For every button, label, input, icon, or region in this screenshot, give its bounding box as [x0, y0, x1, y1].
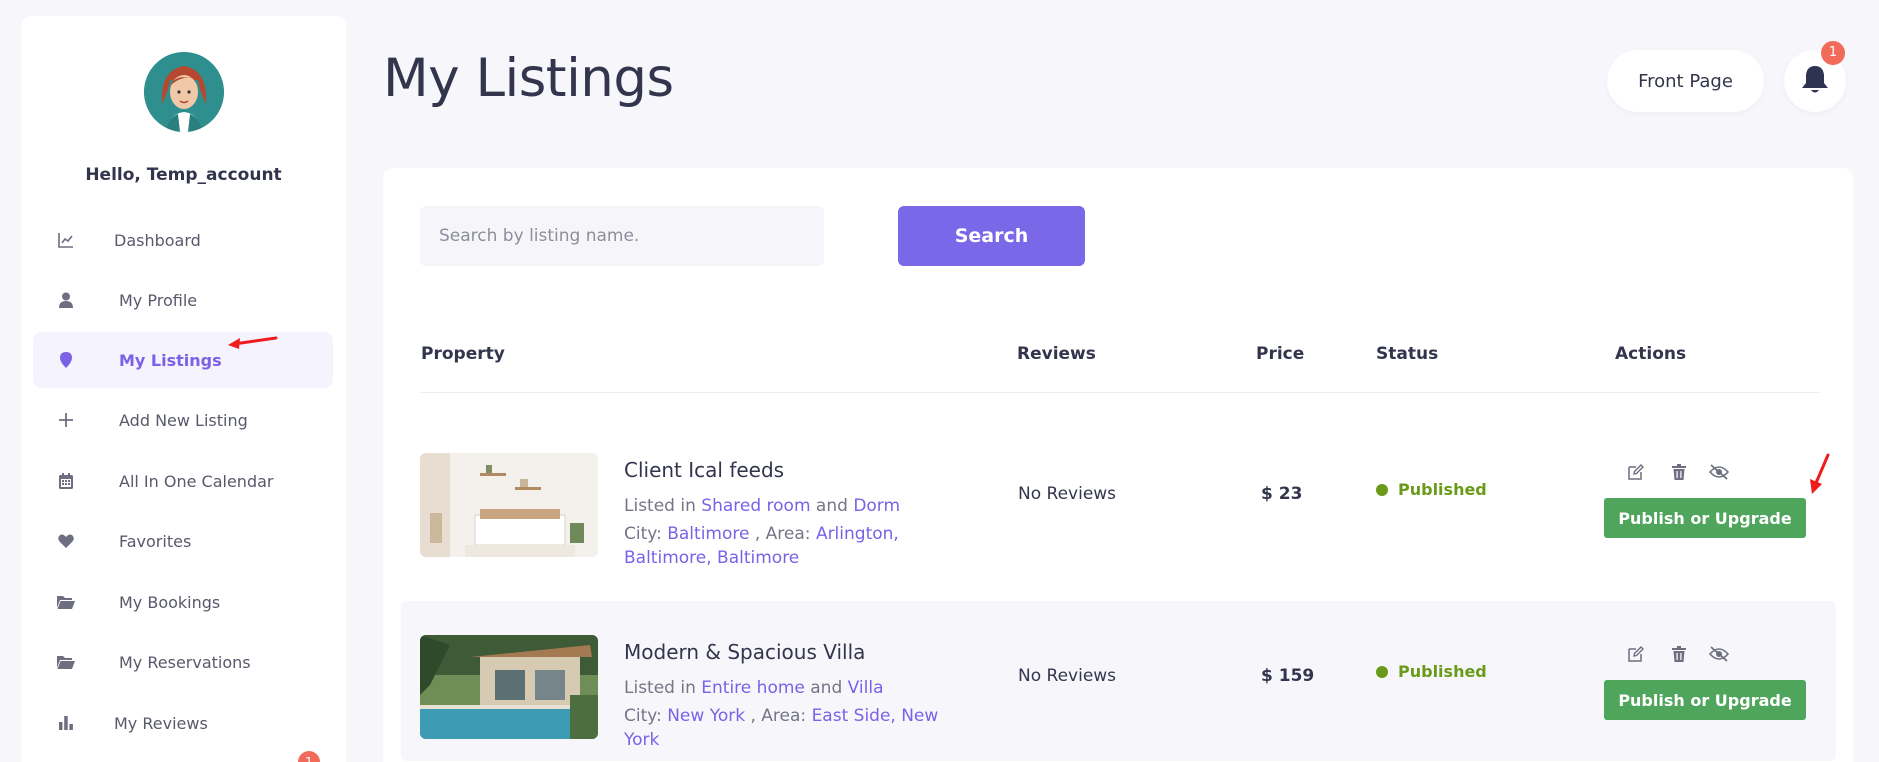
status-badge: Published: [1376, 480, 1487, 499]
area-link[interactable]: East Side, New: [812, 706, 939, 726]
calendar-icon: [57, 472, 75, 490]
listing-thumbnail[interactable]: [420, 453, 598, 557]
city-link[interactable]: Baltimore: [667, 524, 749, 544]
sidebar-item-add-new-listing[interactable]: Add New Listing: [33, 392, 333, 448]
greeting: Hello, Temp_account: [85, 165, 282, 185]
sidebar-item-label: All In One Calendar: [119, 471, 274, 491]
room-type-link[interactable]: Entire home: [701, 678, 805, 698]
area-prefix: , Area:: [754, 524, 811, 544]
sidebar-item-my-profile[interactable]: My Profile: [33, 272, 333, 328]
listing-category-line: Listed in Entire home and Villa: [624, 676, 944, 700]
price-cell: $ 159: [1261, 666, 1315, 686]
edit-icon[interactable]: [1626, 644, 1646, 664]
bell-icon: [1801, 64, 1829, 98]
listing-title[interactable]: Modern & Spacious Villa: [624, 640, 865, 664]
sidebar-item-label: My Profile: [119, 290, 198, 310]
category-link[interactable]: Villa: [848, 678, 884, 698]
room-type-link[interactable]: Shared room: [701, 496, 810, 516]
column-header-actions: Actions: [1615, 344, 1687, 364]
notification-badge: 1: [1821, 41, 1845, 65]
category-link[interactable]: Dorm: [853, 496, 900, 516]
eye-slash-icon[interactable]: [1709, 644, 1729, 664]
listing-title[interactable]: Client Ical feeds: [624, 458, 784, 482]
column-header-reviews: Reviews: [1017, 344, 1096, 364]
column-header-price: Price: [1256, 344, 1305, 364]
table-row: Client Ical feeds Listed in Shared room …: [401, 430, 1836, 590]
status-label: Published: [1398, 480, 1487, 499]
heart-icon: [57, 532, 75, 550]
listing-category-line: Listed in Shared room and Dorm: [624, 494, 944, 518]
user-icon: [57, 291, 75, 309]
status-label: Published: [1398, 662, 1487, 681]
listed-prefix: Listed in: [624, 678, 696, 698]
publish-upgrade-button[interactable]: Publish or Upgrade: [1604, 498, 1806, 538]
annotation-arrow-icon: [228, 336, 278, 349]
avatar[interactable]: [144, 52, 224, 132]
sidebar: Hello, Temp_account Dashboard My Profile…: [21, 16, 346, 762]
sidebar-item-label: My Reservations: [119, 652, 251, 672]
reviews-cell: No Reviews: [1018, 484, 1117, 504]
column-header-status: Status: [1376, 344, 1439, 364]
folder-open-icon: [57, 653, 75, 671]
area-prefix: , Area:: [750, 706, 807, 726]
status-dot-icon: [1376, 483, 1388, 496]
city-link[interactable]: New York: [667, 706, 745, 726]
sidebar-item-dashboard[interactable]: Dashboard: [33, 212, 333, 268]
area-link[interactable]: Arlington,: [816, 524, 899, 544]
status-dot-icon: [1376, 665, 1388, 678]
sidebar-item-my-bookings[interactable]: My Bookings: [33, 574, 333, 630]
sidebar-item-my-reservations[interactable]: My Reservations: [33, 634, 333, 690]
chart-line-icon: [57, 231, 75, 249]
table-header-divider: [420, 392, 1820, 393]
status-badge: Published: [1376, 662, 1487, 681]
sidebar-item-label: My Reviews: [114, 713, 208, 733]
sidebar-item-label: Dashboard: [114, 230, 201, 250]
search-button[interactable]: Search: [898, 206, 1085, 266]
listing-location-line: City: New York , Area: East Side, New Yo…: [624, 704, 944, 752]
table-row: Modern & Spacious Villa Listed in Entire…: [401, 601, 1836, 761]
sidebar-item-my-listings[interactable]: My Listings: [33, 332, 333, 388]
annotation-arrow-icon: [1810, 453, 1830, 494]
listed-prefix: Listed in: [624, 496, 696, 516]
listing-thumbnail[interactable]: [420, 635, 598, 739]
and-text: and: [810, 678, 843, 698]
city-prefix: City:: [624, 706, 662, 726]
column-header-property: Property: [421, 344, 505, 364]
edit-icon[interactable]: [1626, 462, 1646, 482]
sidebar-item-favorites[interactable]: Favorites: [33, 513, 333, 569]
reviews-cell: No Reviews: [1018, 666, 1117, 686]
map-pin-icon: [57, 351, 75, 369]
and-text: and: [815, 496, 848, 516]
trash-icon[interactable]: [1669, 644, 1689, 664]
bar-chart-icon: [57, 714, 75, 732]
trash-icon[interactable]: [1669, 462, 1689, 482]
sidebar-item-label: Favorites: [119, 531, 192, 551]
city-prefix: City:: [624, 524, 662, 544]
sidebar-item-label: My Bookings: [119, 592, 221, 612]
eye-slash-icon[interactable]: [1709, 462, 1729, 482]
sidebar-item-calendar[interactable]: All In One Calendar: [33, 453, 333, 509]
sidebar-item-label: My Listings: [119, 350, 222, 370]
listing-location-line: City: Baltimore , Area: Arlington, Balti…: [624, 522, 944, 570]
listings-card: Search Property Reviews Price Status Act…: [383, 168, 1853, 762]
search-input[interactable]: [420, 206, 824, 266]
plus-icon: [57, 411, 75, 429]
area-link-continued[interactable]: York: [624, 730, 659, 750]
sidebar-item-label: Add New Listing: [119, 410, 248, 430]
area-link-continued[interactable]: Baltimore, Baltimore: [624, 548, 799, 568]
page-title: My Listings: [383, 48, 674, 109]
front-page-button[interactable]: Front Page: [1607, 50, 1764, 112]
sidebar-item-my-reviews[interactable]: My Reviews: [33, 695, 333, 751]
folder-open-icon: [57, 593, 75, 611]
publish-upgrade-button[interactable]: Publish or Upgrade: [1604, 680, 1806, 720]
price-cell: $ 23: [1261, 484, 1303, 504]
